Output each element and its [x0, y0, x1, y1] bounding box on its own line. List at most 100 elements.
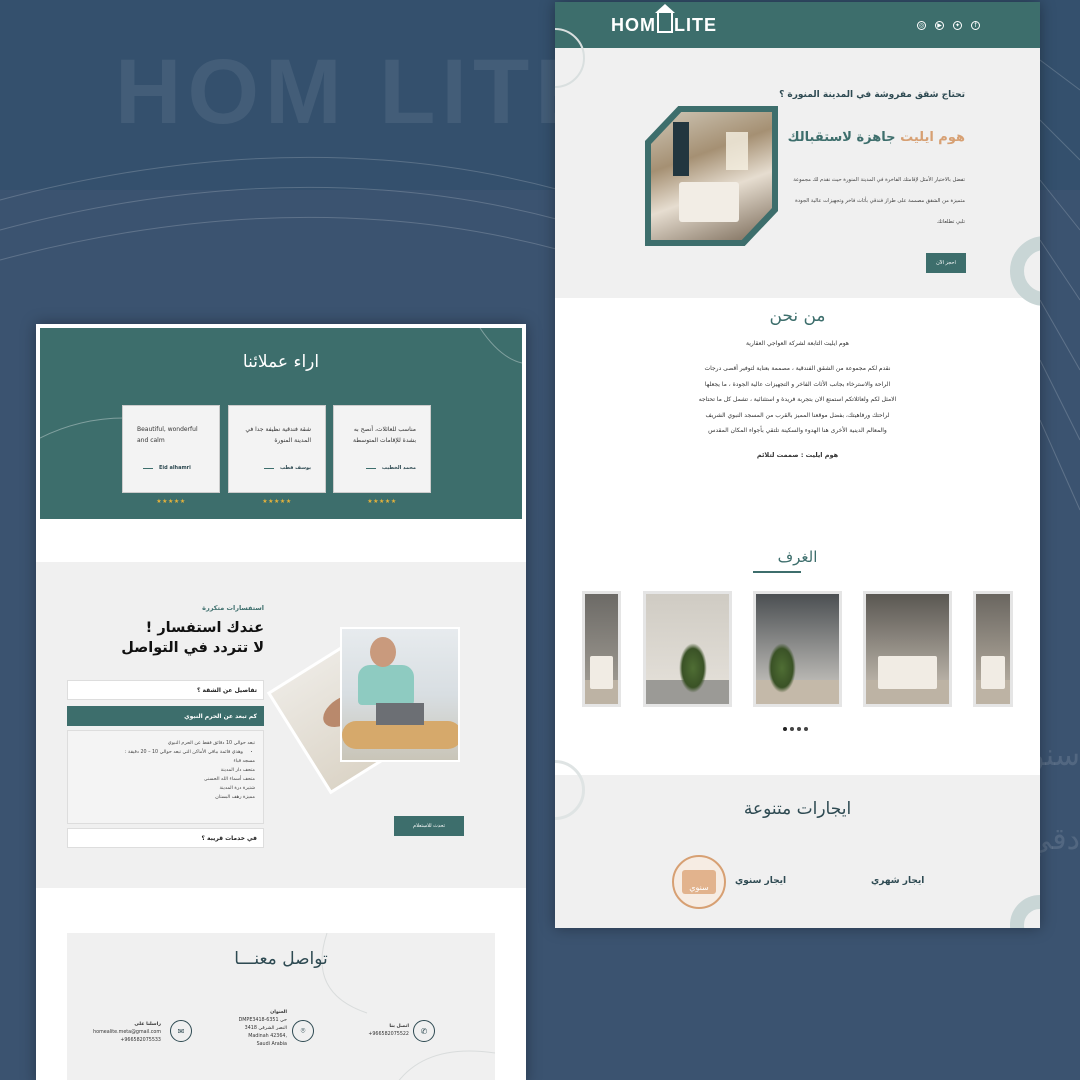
hero-title-rest: جاهزة لاستقبالك: [787, 130, 896, 145]
faq-place: شتيرة درة المدينة: [219, 786, 255, 791]
decorative-arc: [1010, 895, 1040, 928]
rating-stars: ★★★★★: [156, 498, 186, 505]
phone-info: اتصل بنا +966582075522: [361, 1023, 409, 1039]
testimonials-section: اراء عملائنا مناسب للعائلات، أنصح به بشد…: [40, 328, 522, 519]
address-value: DMPE3418-6351 حي النصر الشرقي 3418 Madin…: [238, 1018, 287, 1047]
email-label: راسلنا على: [134, 1022, 161, 1027]
about-subtitle: هوم ايليت التابعة لشركة العواجي العقارية: [746, 340, 849, 347]
carousel-dot[interactable]: [790, 727, 794, 731]
testimonial-author-name: Eid alhamri: [159, 465, 191, 471]
background-watermark-logo: HOM LITE: [115, 41, 603, 143]
carousel-dot[interactable]: [783, 727, 787, 731]
about-title: من نحن: [769, 306, 826, 326]
testimonial-author: محمد الخطيب: [365, 463, 416, 474]
yearly-card-icon: سنوي: [672, 855, 726, 909]
phone-label: اتصل بنا: [389, 1024, 409, 1029]
email-phone-value[interactable]: +966582075533: [120, 1038, 161, 1043]
site-logo[interactable]: HOM LITE: [611, 4, 717, 36]
hero-section: تحتاج شقق مفروشة في المدينة المنورة ؟ هو…: [555, 28, 1040, 306]
rentals-title: ايجارات متنوعة: [743, 799, 852, 819]
instagram-icon[interactable]: ◎: [917, 20, 926, 30]
rating-stars: ★★★★★: [262, 498, 292, 505]
faq-place: مميزة رهف البستان: [215, 795, 255, 800]
about-section: من نحن هوم ايليت التابعة لشركة العواجي ا…: [555, 298, 1040, 459]
testimonial-card: مناسب للعائلات، أنصح به بشدة للإقامات ال…: [333, 405, 431, 493]
faq-answer: تبعد حوالي 10 دقائق فقط عن الحرم النبوي …: [67, 730, 264, 824]
rooms-title-underline: [753, 571, 801, 573]
faq-place: متحف أسماء الله الحسنى: [203, 777, 255, 782]
room-card[interactable]: [973, 591, 1013, 707]
twitter-icon[interactable]: ✦: [953, 20, 962, 30]
logo-text-left: HOM: [611, 14, 656, 35]
faq-person-photo: [340, 627, 460, 762]
faq-small-title: استفسارات متكررة: [202, 604, 264, 612]
carousel-dot[interactable]: [797, 727, 801, 731]
testimonial-author-name: محمد الخطيب: [381, 465, 416, 471]
faq-heading: عندك استفسار ! لا تتردد في التواصل: [121, 618, 264, 658]
landing-page-left: اراء عملائنا مناسب للعائلات، أنصح به بشد…: [36, 324, 526, 1080]
faq-item-open[interactable]: كم تبعد عن الحرم النبوي: [67, 706, 264, 726]
faq-question: كم تبعد عن الحرم النبوي: [184, 712, 257, 720]
youtube-icon[interactable]: ▶: [935, 20, 944, 30]
contact-title: تواصل معنـــا: [234, 949, 328, 969]
faq-answer-intro: تبعد حوالي 10 دقائق فقط عن الحرم النبوي: [167, 741, 255, 746]
house-icon: [655, 4, 675, 33]
testimonial-author: يوسف قطب: [263, 463, 311, 474]
faq-item[interactable]: في خدمات قريبة ؟: [67, 828, 264, 848]
faq-question: في خدمات قريبة ؟: [201, 834, 257, 842]
faq-heading-line: لا تتردد في التواصل: [121, 640, 264, 656]
logo-text-right: LITE: [674, 14, 717, 35]
book-now-button[interactable]: احجز الآن: [926, 253, 966, 273]
carousel-dots: [783, 727, 808, 731]
yearly-badge: سنوي: [682, 870, 716, 894]
about-paragraph: نقدم لكم مجموعة من الشقق الفندقية ، مصمم…: [698, 365, 897, 434]
inquiry-button[interactable]: تحدث للاستعلام: [394, 816, 464, 836]
site-header: HOM LITE ◎ ▶ ✦ f: [555, 2, 1040, 48]
room-card[interactable]: [753, 591, 842, 707]
phone-value[interactable]: +966582075522: [368, 1032, 409, 1037]
testimonial-author-name: يوسف قطب: [279, 465, 311, 471]
faq-question: تفاصيل عن الشقة ؟: [196, 686, 257, 694]
hero-paragraph: تفضل بالاختيار الأمثل لإقامتك الفاخرة في…: [793, 177, 965, 225]
hero-room-image: [645, 106, 778, 246]
hero-question: تحتاج شقق مفروشة في المدينة المنورة ؟: [779, 90, 965, 100]
email-icon[interactable]: ✉: [170, 1020, 192, 1042]
location-icon[interactable]: ⌾: [292, 1020, 314, 1042]
testimonials-title: اراء عملائنا: [242, 352, 320, 372]
hero-title: هوم ايليت جاهزة لاستقبالك: [788, 130, 965, 145]
faq-place: متحف دار المدينة: [220, 768, 255, 773]
monthly-rent-option[interactable]: ايجار شهري: [871, 876, 924, 886]
rooms-carousel[interactable]: [555, 591, 1040, 707]
faq-answer-bullet: وهذي قائمة بباقي الأماكن التي تبعد حوالي…: [76, 748, 243, 757]
rating-stars: ★★★★★: [367, 498, 397, 505]
landing-page-right: HOM LITE ◎ ▶ ✦ f تحتاج شقق مفروشة في الم…: [555, 2, 1040, 928]
faq-item[interactable]: تفاصيل عن الشقة ؟: [67, 680, 264, 700]
testimonial-card: شقة فندقية نظيفة جدا في المدينة المنورة …: [228, 405, 326, 493]
testimonial-text: Beautiful, wonderful and calm: [137, 426, 198, 444]
testimonial-text: مناسب للعائلات، أنصح به بشدة للإقامات ال…: [353, 426, 416, 444]
faq-place: مسجد قباء: [233, 759, 255, 764]
rentals-section: ايجارات متنوعة ايجار شهري ايجار سنوي سنو…: [555, 760, 1040, 928]
about-tagline: هوم ايليت : صممت لتلائم: [756, 450, 839, 459]
room-card[interactable]: [863, 591, 952, 707]
room-card[interactable]: [643, 591, 732, 707]
facebook-icon[interactable]: f: [971, 20, 980, 30]
address-label: العنوان: [270, 1010, 287, 1015]
testimonial-author: Eid alhamri: [143, 463, 191, 474]
carousel-dot[interactable]: [804, 727, 808, 731]
social-links: ◎ ▶ ✦ f: [917, 20, 980, 30]
yearly-rent-option[interactable]: ايجار سنوي: [735, 876, 786, 886]
phone-icon[interactable]: ✆: [413, 1020, 435, 1042]
address-info: العنوان DMPE3418-6351 حي النصر الشرقي 34…: [237, 1009, 287, 1049]
decorative-arc: [1010, 236, 1040, 306]
faq-section: استفسارات متكررة عندك استفسار ! لا تتردد…: [36, 562, 526, 888]
hero-title-brand: هوم ايليت: [900, 130, 965, 145]
contact-section: تواصل معنـــا ✆ اتصل بنا +966582075522 ⌾…: [67, 933, 495, 1080]
faq-heading-line: عندك استفسار !: [145, 620, 264, 636]
testimonial-card: Beautiful, wonderful and calm Eid alhamr…: [122, 405, 220, 493]
room-card[interactable]: [582, 591, 621, 707]
rooms-title: الغرف: [777, 548, 818, 566]
testimonial-text: شقة فندقية نظيفة جدا في المدينة المنورة: [245, 426, 311, 444]
email-info: راسلنا على homealite.meta@gmail.com +966…: [81, 1021, 161, 1045]
email-value[interactable]: homealite.meta@gmail.com: [81, 1029, 161, 1037]
